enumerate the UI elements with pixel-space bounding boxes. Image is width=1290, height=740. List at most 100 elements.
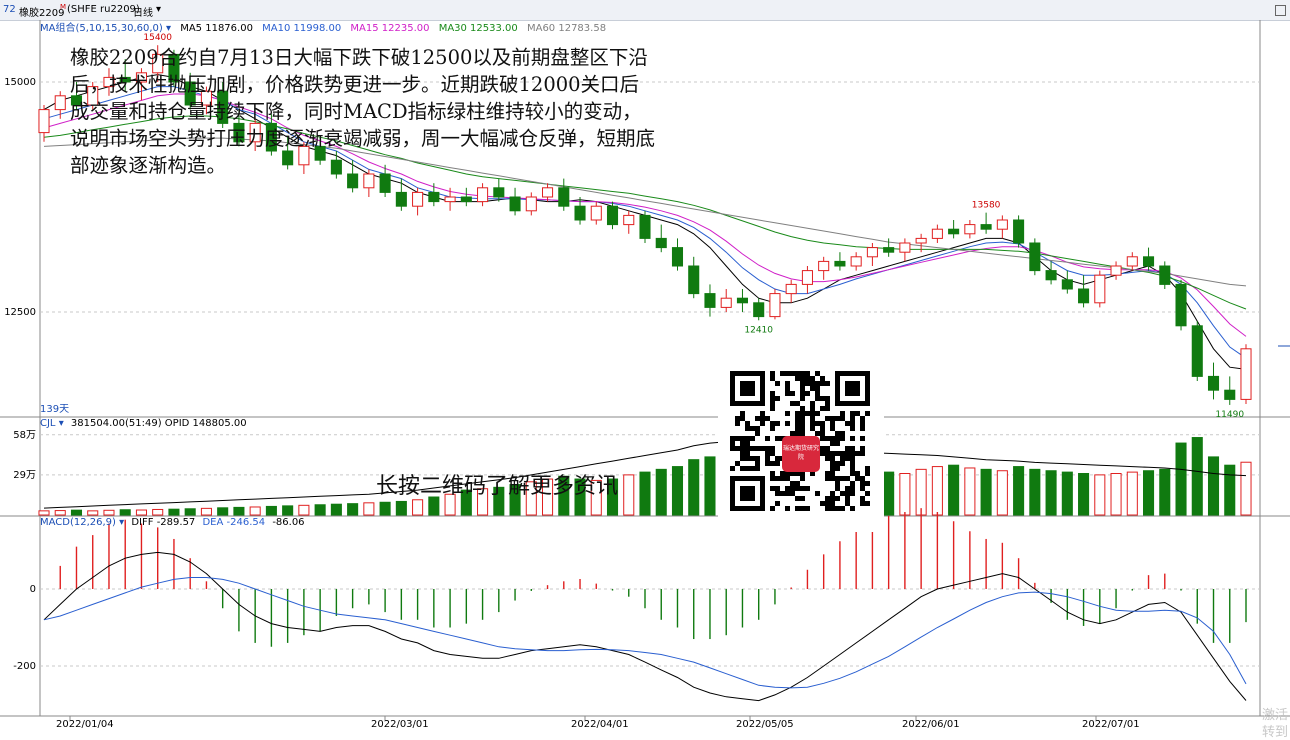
qr-module (825, 476, 830, 481)
qr-module (840, 506, 845, 511)
candle-body (542, 187, 554, 198)
qr-module (820, 431, 825, 436)
qr-module (795, 426, 800, 431)
qr-module (820, 421, 825, 426)
qr-module (745, 421, 750, 426)
volume-bar (688, 459, 700, 516)
qr-module (845, 496, 850, 501)
qr-module (840, 436, 845, 441)
volume-bar (70, 509, 83, 516)
volume-bar (1207, 456, 1220, 516)
qr-module (740, 446, 745, 451)
qr-module (840, 491, 845, 496)
qr-module (770, 451, 775, 456)
volume-bar (1159, 468, 1171, 516)
qr-module (835, 436, 840, 441)
qr-module (805, 411, 810, 416)
qr-module (805, 371, 810, 376)
qr-module (800, 421, 805, 426)
qr-module (745, 446, 750, 451)
qr-module (735, 416, 740, 421)
qr-module (825, 496, 830, 501)
qr-module (795, 421, 800, 426)
qr-module (795, 496, 800, 501)
qr-module (835, 496, 840, 501)
volume-bar (282, 505, 294, 516)
qr-module (740, 456, 745, 461)
qr-module (860, 421, 865, 426)
qr-module (745, 436, 750, 441)
qr-module (850, 491, 855, 496)
qr-module (740, 416, 745, 421)
chevron-down-icon[interactable]: ▾ (59, 418, 64, 429)
qr-module (810, 411, 815, 416)
qr-module (770, 506, 775, 511)
macd-legend: MACD(12,26,9) ▾ DIFF -289.57 DEA -246.54… (40, 517, 305, 528)
volume-bar (655, 468, 667, 516)
volume-indicator-selector[interactable]: CJL (40, 418, 56, 429)
qr-module (790, 391, 795, 396)
qr-module (740, 451, 745, 456)
qr-module (745, 426, 750, 431)
qr-module (825, 501, 830, 506)
volume-bar (980, 468, 992, 516)
macd-value: -86.06 (272, 517, 305, 528)
candle-body (931, 228, 943, 239)
qr-module (845, 446, 850, 451)
qr-module (855, 471, 860, 476)
qr-module (735, 436, 740, 441)
candle-body (606, 205, 619, 226)
qr-finder-pattern (845, 381, 860, 396)
volume-bar (964, 467, 976, 516)
qr-module (775, 456, 780, 461)
qr-module (755, 416, 760, 421)
qr-module (795, 401, 800, 406)
volume-bar (265, 505, 277, 516)
volume-bar (217, 507, 229, 516)
qr-module (735, 421, 740, 426)
qr-module (835, 416, 840, 421)
volume-bar (623, 474, 635, 516)
volume-bar (395, 500, 407, 516)
qr-module (770, 406, 775, 411)
volume-bar (1094, 474, 1106, 516)
price-tick-label: 15000 (4, 77, 36, 88)
volume-bar (54, 510, 66, 516)
qr-module (820, 381, 825, 386)
qr-module (765, 416, 770, 421)
bar-count-label: 139天 (40, 404, 69, 415)
volume-bar (1013, 466, 1025, 516)
qr-code[interactable]: 瑞达期货研究院 (718, 358, 884, 532)
qr-module (835, 431, 840, 436)
macd-tick-label: -200 (13, 661, 36, 672)
volume-bar (1224, 464, 1236, 516)
qr-module (775, 476, 780, 481)
qr-module (845, 476, 850, 481)
qr-module (815, 491, 820, 496)
qr-module (850, 411, 855, 416)
qr-module (860, 446, 865, 451)
qr-module (810, 386, 815, 391)
price-extreme-label: 11490 (1215, 410, 1244, 420)
macd-indicator-selector[interactable]: MACD(12,26,9) (40, 517, 116, 528)
qr-module (750, 456, 755, 461)
candle-body (1029, 242, 1041, 272)
candle-body (1078, 288, 1090, 304)
candle-body (1143, 256, 1155, 267)
qr-logo: 瑞达期货研究院 (782, 436, 820, 472)
qr-module (835, 481, 840, 486)
qr-module (830, 426, 835, 431)
qr-module (845, 421, 850, 426)
qr-module (860, 501, 865, 506)
qr-module (850, 436, 855, 441)
volume-bar (899, 473, 911, 516)
qr-module (790, 371, 795, 376)
qr-module (825, 456, 830, 461)
qr-module (795, 486, 800, 491)
chevron-down-icon[interactable]: ▾ (119, 517, 124, 528)
qr-module (815, 396, 820, 401)
qr-module (790, 486, 795, 491)
qr-module (830, 506, 835, 511)
qr-module (770, 396, 775, 401)
qr-module (850, 486, 855, 491)
